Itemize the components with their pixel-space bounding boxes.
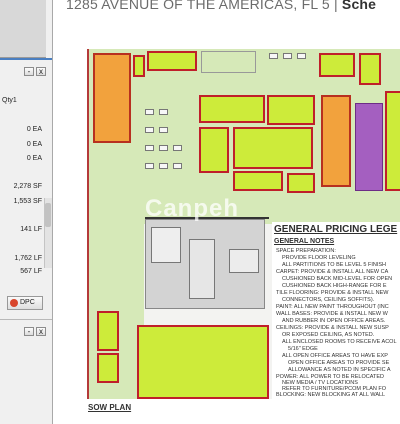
qty-cell[interactable]: 1,553 SF: [14, 198, 42, 205]
workstation: [145, 163, 154, 169]
office: [133, 55, 145, 77]
dpc-label: DPC: [20, 299, 35, 306]
close-button-2[interactable]: x: [36, 327, 46, 336]
workstation: [145, 127, 154, 133]
qty-cell[interactable]: 141 LF: [20, 226, 42, 233]
legend-line: ALL ENCLOSED ROOMS TO RECEIVE ACOL: [282, 339, 397, 345]
qty-cell[interactable]: 0 EA: [27, 141, 42, 148]
workstation: [159, 163, 168, 169]
legend-line: CUSHIONED BACK HIGH-RANGE FOR E: [282, 283, 387, 289]
workstation: [173, 145, 182, 151]
quantities-panel: - x Qty1 0 EA 0 EA 0 EA 2,278 SF 1,553 S…: [0, 0, 53, 424]
legend-line: PROVIDE FLOOR LEVELING: [282, 255, 356, 261]
legend-line: AND RUBBER IN OPEN OFFICE AREAS.: [282, 318, 386, 324]
office: [199, 127, 229, 173]
dpc-button[interactable]: DPC: [7, 296, 43, 310]
office: [359, 53, 381, 85]
office: [97, 311, 119, 351]
workstation: [159, 127, 168, 133]
sow-plan-label: SOW PLAN: [88, 403, 132, 412]
legend-line: CARPET: PROVIDE & INSTALL ALL NEW CA: [276, 269, 389, 275]
legend-line: TILE FLOORING: PROVIDE & INSTALL NEW: [276, 290, 389, 296]
conference-room: [233, 127, 313, 169]
workstation: [145, 145, 154, 151]
office: [385, 91, 400, 191]
office: [147, 51, 197, 71]
dpc-icon: [10, 299, 18, 307]
legend-title: GENERAL PRICING LEGE: [274, 224, 398, 235]
qty-cell[interactable]: 0 EA: [27, 155, 42, 162]
legend-line: OR EXPOSED CEILING, AS NOTED.: [282, 332, 375, 338]
restroom: [229, 249, 259, 273]
legend-line: PAINT: ALL NEW PAINT THROUGHOUT (INC: [276, 304, 389, 310]
floor-plan-drawing[interactable]: GENERAL PRICING LEGE GENERAL NOTES SPACE…: [87, 49, 400, 399]
legend-line: CUSHIONED BACK MID-LEVEL FOR OPEN: [282, 276, 393, 282]
office: [97, 353, 119, 383]
workstation: [297, 53, 306, 59]
pricing-legend: GENERAL PRICING LEGE GENERAL NOTES SPACE…: [272, 222, 400, 399]
workstation: [145, 109, 154, 115]
workstation: [269, 53, 278, 59]
stair: [189, 239, 215, 299]
qty-cell[interactable]: 1,762 LF: [14, 255, 42, 262]
legend-line: ALLOWANCE AS NOTED IN SPECIFIC A: [288, 367, 391, 373]
conference-room: [267, 95, 315, 125]
drawing-title-emphasis: Sche: [341, 0, 377, 12]
legend-line: BLOCKING: NEW BLOCKING AT ALL WALL: [276, 392, 386, 398]
legend-line: 5/16" EDGE: [288, 346, 318, 352]
panel-separator: [0, 58, 52, 60]
workstation: [283, 53, 292, 59]
scrollbar-thumb[interactable]: [45, 203, 51, 227]
qty-column-header[interactable]: Qty1: [2, 97, 17, 104]
workstation: [159, 145, 168, 151]
watermark: Canpeh: [145, 195, 240, 222]
legend-line: CEILINGS: PROVIDE & INSTALL NEW SUSP: [276, 325, 389, 331]
room: [201, 51, 256, 73]
elevator-bank: [151, 227, 181, 263]
legend-line: SPACE PREPARATION:: [276, 248, 336, 254]
office: [233, 171, 283, 191]
core-room-northwest: [93, 53, 131, 143]
office: [319, 53, 355, 77]
core-room-east: [321, 95, 351, 187]
conference-room: [199, 95, 265, 123]
qty-cell[interactable]: 2,278 SF: [14, 183, 42, 190]
large-conference-room: [137, 325, 269, 399]
panel-header-area: [0, 0, 46, 58]
drawing-address: 1285 AVENUE OF THE AMERICAS, FL 5 |: [66, 0, 338, 12]
legend-line: CONNECTORS, CEILING SOFFITS).: [282, 297, 375, 303]
legend-subtitle: GENERAL NOTES: [274, 238, 335, 245]
special-room: [355, 103, 383, 191]
qty-cell[interactable]: 567 LF: [20, 268, 42, 275]
close-button[interactable]: x: [36, 67, 46, 76]
minimize-button[interactable]: -: [24, 67, 34, 76]
office: [287, 173, 315, 193]
minimize-button-2[interactable]: -: [24, 327, 34, 336]
workstation: [173, 163, 182, 169]
drawing-title: 1285 AVENUE OF THE AMERICAS, FL 5 | Sche: [66, 0, 376, 12]
qty-cell[interactable]: 0 EA: [27, 126, 42, 133]
workstation: [159, 109, 168, 115]
legend-line: OPEN OFFICE AREAS TO PROVIDE SE: [288, 360, 390, 366]
legend-line: ALL OPEN OFFICE AREAS TO HAVE EXP: [282, 353, 388, 359]
panel-divider: [0, 319, 52, 320]
legend-line: ALL PARTITIONS TO BE LEVEL 5 FINISH: [282, 262, 387, 268]
legend-line: WALL BASES: PROVIDE & INSTALL NEW W: [276, 311, 388, 317]
